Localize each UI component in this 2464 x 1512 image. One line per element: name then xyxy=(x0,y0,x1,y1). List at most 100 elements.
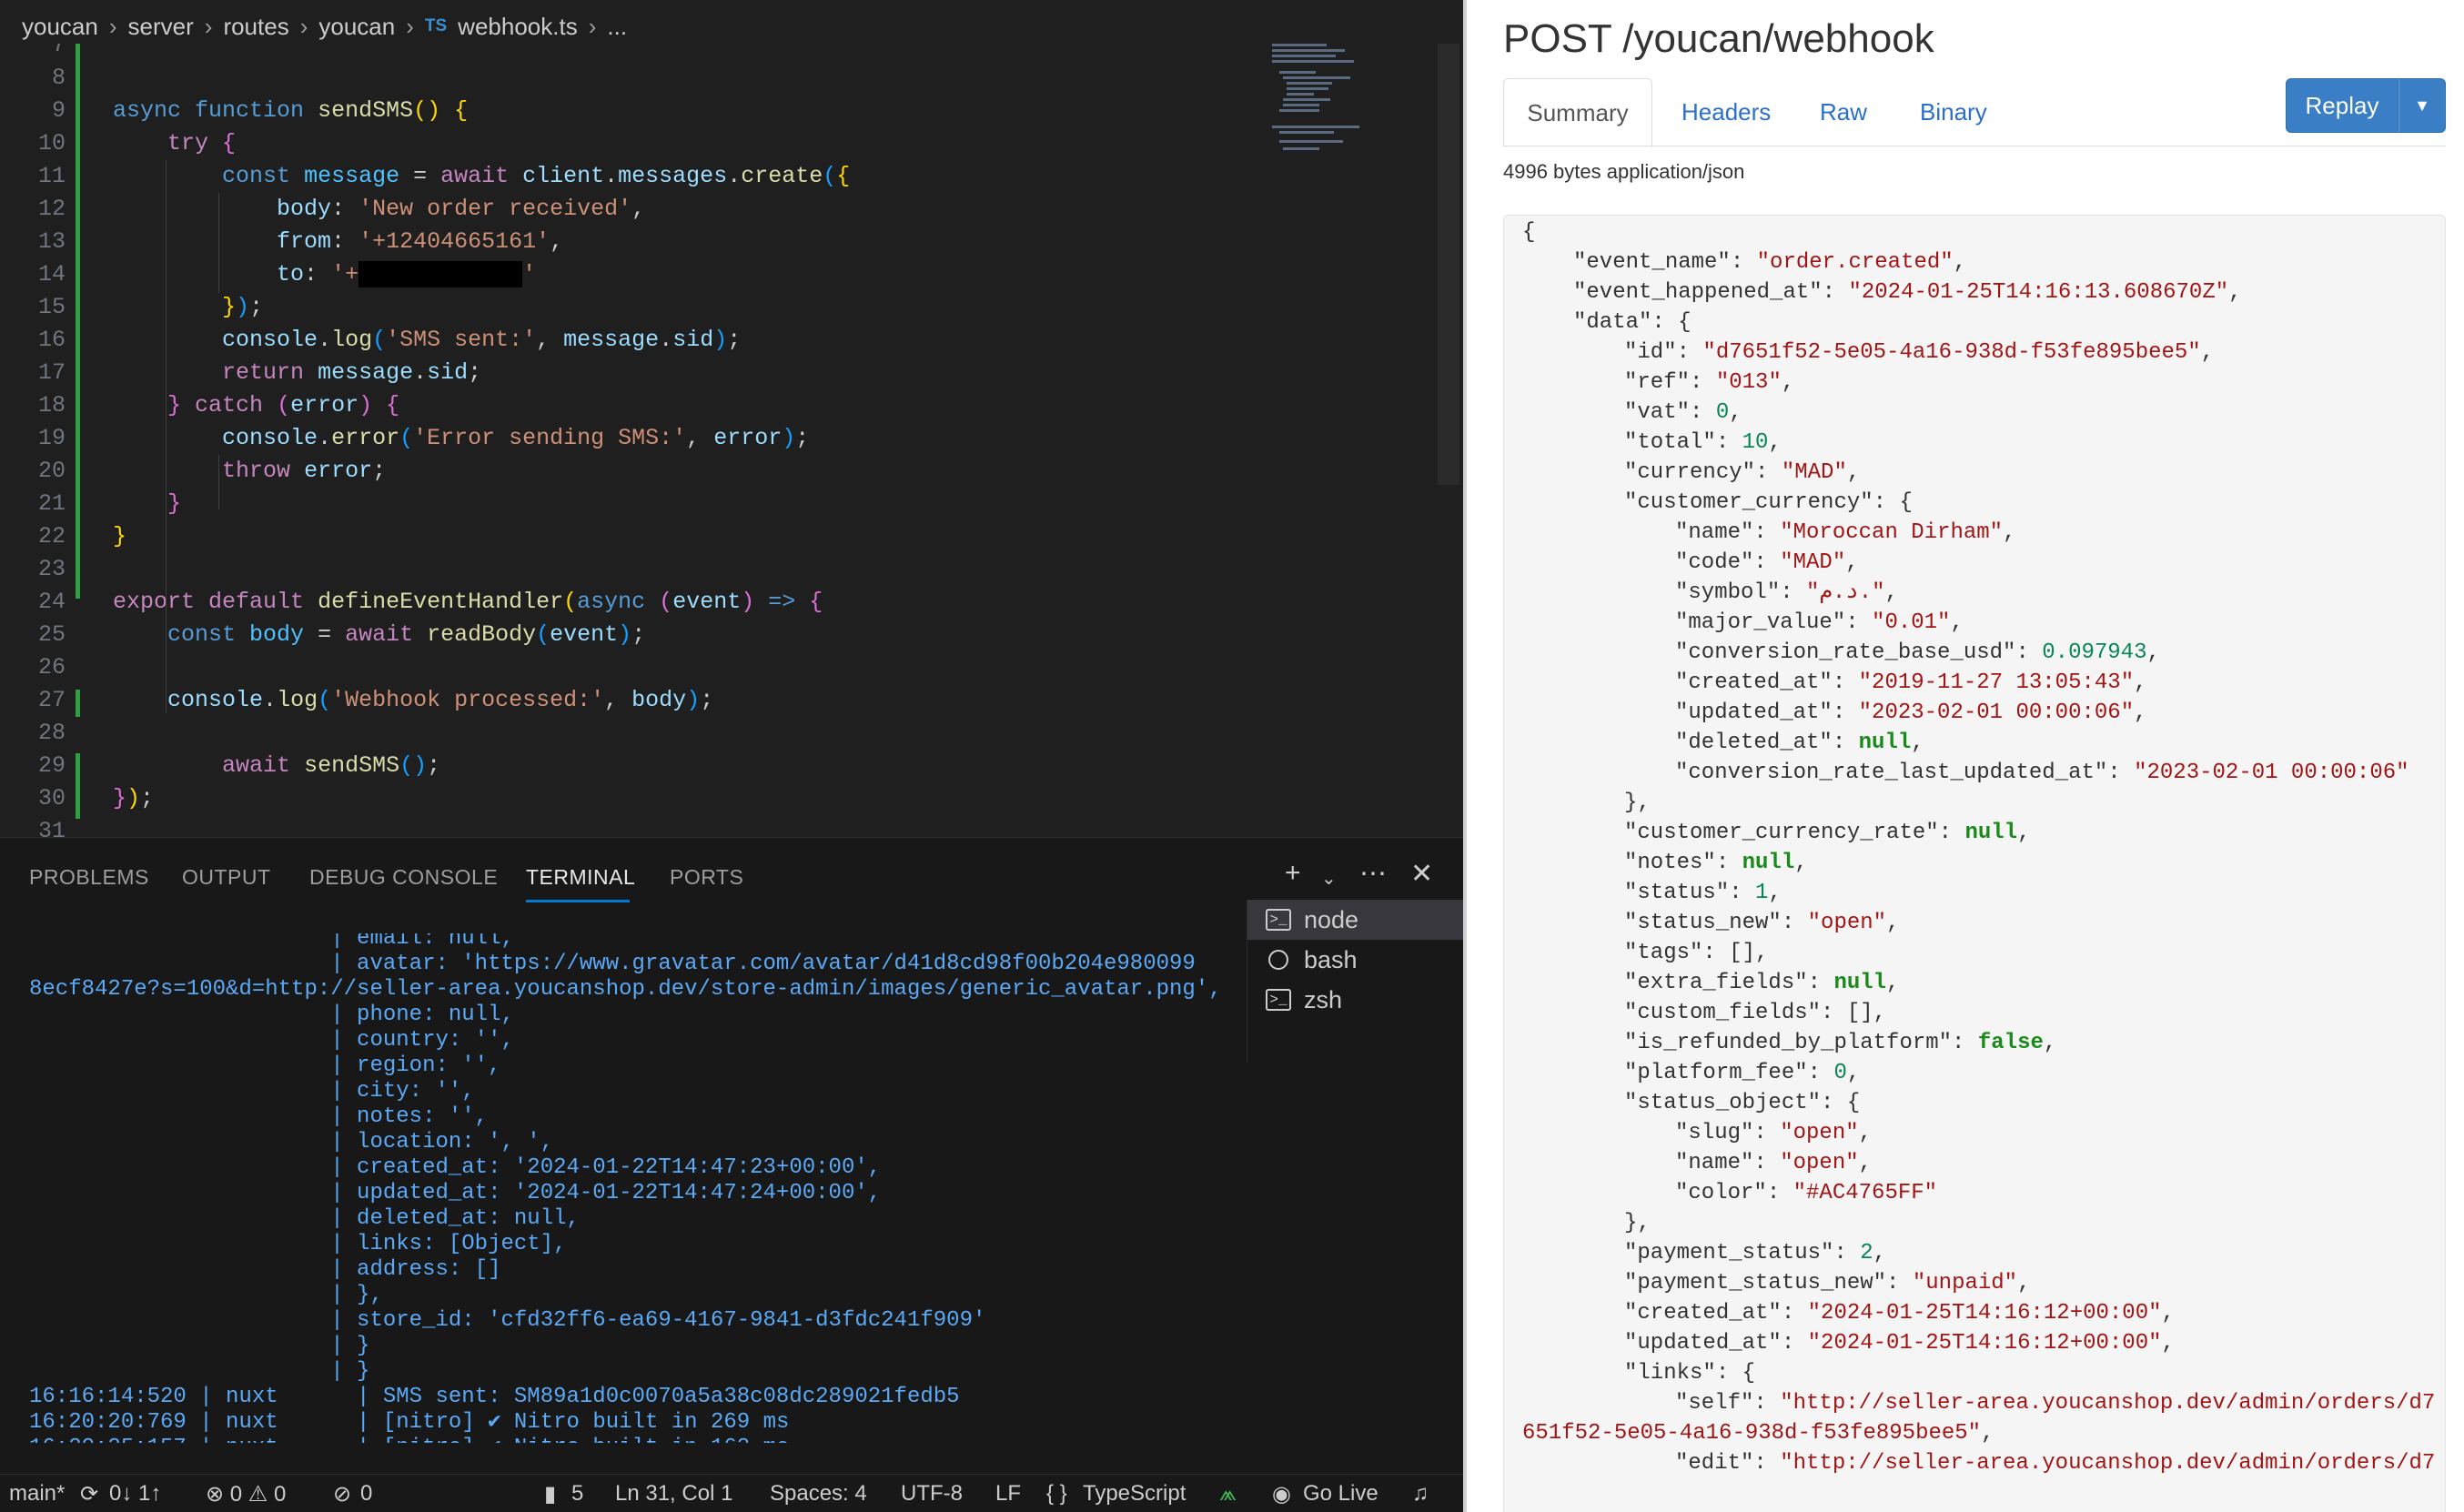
code-token: console xyxy=(222,327,318,353)
tab-headers[interactable]: Headers xyxy=(1681,98,1771,126)
json-key: "conversion_rate_base_usd": xyxy=(1675,640,2043,665)
json-body[interactable]: {"event_name": "order.created", "event_ha… xyxy=(1503,215,2446,1512)
code-editor[interactable]: 7 8 9 async function sendSMS() {10 try {11 … xyxy=(0,44,1463,837)
breadcrumb-item-youcan[interactable]: youcan xyxy=(22,13,98,41)
tab-debug-console[interactable]: DEBUG CONSOLE xyxy=(309,865,498,890)
terminal-line: 8ecf8427e?s=100&d=http://seller-area.you… xyxy=(29,977,1222,1002)
json-key: "status_object": xyxy=(1624,1091,1847,1115)
terminal-line: | links: [Object], xyxy=(29,1232,567,1256)
json-value: "http://seller-area.youcanshop.dev/admin… xyxy=(1780,1451,2436,1476)
sync-status[interactable]: 0↓ 1↑ xyxy=(109,1481,161,1507)
terminal-list: >_ node bash >_ zsh xyxy=(1247,900,1463,1063)
breadcrumb-item-file[interactable]: webhook.ts xyxy=(458,13,578,41)
close-icon[interactable]: ✕ xyxy=(1410,858,1433,890)
tab-terminal[interactable]: TERMINAL xyxy=(526,865,635,890)
terminal-item-bash[interactable]: bash xyxy=(1247,940,1463,980)
json-key: "created_at": xyxy=(1675,670,1859,695)
json-value: [] xyxy=(1846,1001,1873,1025)
json-punctuation: , xyxy=(1845,550,1859,575)
json-value: "open" xyxy=(1807,911,1887,935)
chevron-right-icon: › xyxy=(108,12,117,40)
json-punctuation: , xyxy=(1884,580,1898,605)
code-token: message xyxy=(304,163,400,189)
json-line: "event_name": "order.created", xyxy=(1573,247,1966,277)
json-line: "major_value": "0.01", xyxy=(1675,608,1964,638)
code-line: 9 async function sendSMS() { xyxy=(0,95,1274,127)
json-punctuation: , xyxy=(2043,1031,2057,1055)
json-value: 0 xyxy=(1715,400,1730,425)
code-line: 30}); xyxy=(0,782,1274,815)
code-token: ; xyxy=(140,785,155,811)
json-value: "0.01" xyxy=(1872,610,1951,635)
replay-button[interactable]: Replay xyxy=(2286,78,2398,133)
add-terminal-icon[interactable]: + xyxy=(1285,858,1301,889)
terminal-item-label: node xyxy=(1304,905,1359,933)
code-token: = xyxy=(399,163,441,189)
json-value: false xyxy=(1977,1031,2044,1055)
cursor-position[interactable]: Ln 31, Col 1 xyxy=(615,1481,732,1507)
sync-icon[interactable]: ⟳ xyxy=(80,1481,98,1507)
json-punctuation: , xyxy=(1846,1061,1861,1085)
problems-indicator[interactable]: ⊗ 0 ⚠ 0 xyxy=(206,1481,286,1507)
tab-binary[interactable]: Binary xyxy=(1920,98,1987,126)
encoding[interactable]: UTF-8 xyxy=(901,1481,963,1507)
code-token: = xyxy=(304,621,346,648)
indent-guide xyxy=(166,586,167,713)
json-key: "symbol": xyxy=(1675,580,1807,605)
tab-output[interactable]: OUTPUT xyxy=(182,865,271,890)
json-punctuation: , xyxy=(1950,610,1964,635)
breadcrumb-item-more[interactable]: ... xyxy=(607,13,627,41)
tab-raw[interactable]: Raw xyxy=(1820,98,1867,126)
indentation[interactable]: Spaces: 4 xyxy=(770,1481,867,1507)
json-line: "platform_fee": 0, xyxy=(1624,1058,1860,1088)
json-value: 651f52-5e05-4a16-938d-f53fe895bee5" xyxy=(1522,1421,1982,1446)
ports-icon[interactable]: ⊘ xyxy=(333,1481,351,1507)
json-punctuation: , xyxy=(2134,701,2147,725)
chevron-down-icon[interactable]: ⌄ xyxy=(1321,867,1337,890)
json-key: "total": xyxy=(1624,430,1742,455)
json-punctuation: , xyxy=(2161,1331,2175,1356)
code-token: ) xyxy=(126,785,141,811)
json-key: "payment_status": xyxy=(1624,1241,1861,1265)
terminal-item-node[interactable]: >_ node xyxy=(1247,900,1463,940)
breadcrumb-item-routes[interactable]: routes xyxy=(223,13,288,41)
tab-problems[interactable]: PROBLEMS xyxy=(29,865,149,890)
json-line: "status_object": { xyxy=(1624,1088,1860,1118)
code-token: ; xyxy=(631,621,646,648)
go-live-button[interactable]: Go Live xyxy=(1303,1481,1378,1507)
code-token: event xyxy=(550,621,619,648)
minimap[interactable] xyxy=(1263,44,1363,153)
json-punctuation: , xyxy=(1729,400,1742,425)
terminal-line: | store_id: 'cfd32ff6-ea69-4167-9841-d3f… xyxy=(29,1308,986,1333)
terminal-item-zsh[interactable]: >_ zsh xyxy=(1247,980,1463,1020)
terminal-output[interactable]: | email: null, | avatar: 'https://www.gr… xyxy=(0,933,1247,1443)
more-actions-icon[interactable]: ⋯ xyxy=(1359,858,1387,890)
breadcrumb-item-youcan-dir[interactable]: youcan xyxy=(318,13,395,41)
code-token: ; xyxy=(700,687,714,713)
language-mode[interactable]: TypeScript xyxy=(1083,1481,1186,1507)
replay-dropdown-caret-icon[interactable]: ▼ xyxy=(2398,78,2446,133)
page-title: POST /youcan/webhook xyxy=(1503,16,1934,61)
sessions-count[interactable]: 5 xyxy=(571,1481,583,1507)
breadcrumb-item-server[interactable]: server xyxy=(128,13,194,41)
bell-icon[interactable]: ♫ xyxy=(1412,1481,1429,1507)
bash-icon xyxy=(1268,950,1288,970)
line-ending[interactable]: LF xyxy=(995,1481,1021,1507)
terminal-line: | avatar: 'https://www.gravatar.com/avat… xyxy=(29,952,1196,976)
tab-summary[interactable]: Summary xyxy=(1503,78,1652,147)
json-value: "MAD" xyxy=(1781,460,1847,485)
code-token: to xyxy=(277,261,305,287)
ports-count[interactable]: 0 xyxy=(360,1481,372,1507)
branch-indicator[interactable]: main* xyxy=(9,1481,65,1507)
code-token: ; xyxy=(427,752,441,779)
terminal-line: 16:20:20:769 | nuxt | [nitro] ✔ Nitro bu… xyxy=(29,1410,790,1435)
nuxt-icon[interactable]: ⩕ xyxy=(1219,1481,1237,1507)
editor-scrollbar[interactable] xyxy=(1438,44,1459,485)
code-token: catch xyxy=(195,392,264,418)
code-text: }); xyxy=(113,782,154,815)
code-token: ; xyxy=(372,458,387,484)
tab-ports[interactable]: PORTS xyxy=(670,865,743,890)
